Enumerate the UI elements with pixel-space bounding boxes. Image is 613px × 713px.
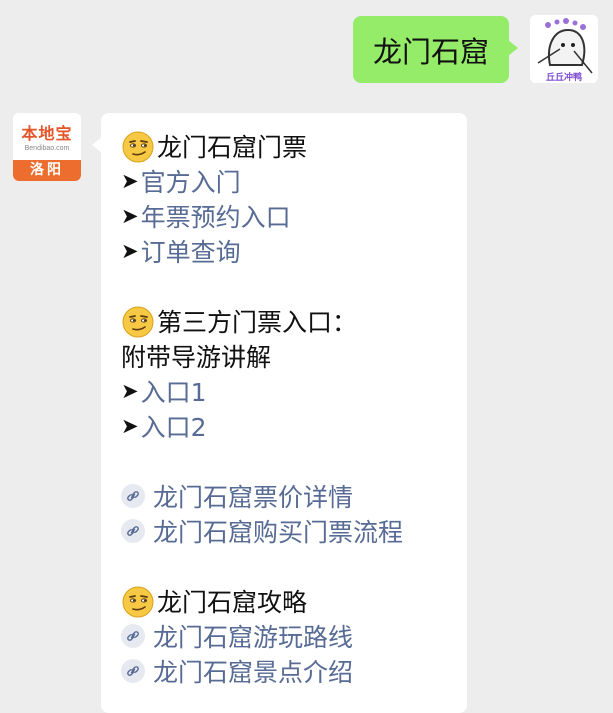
chain-link-icon xyxy=(121,484,145,508)
official-entry-link[interactable]: 官方入门 xyxy=(141,163,241,199)
guide-note: 附带导游讲解 xyxy=(121,343,272,372)
buy-process-line: 龙门石窟购买门票流程 xyxy=(121,514,403,548)
smirking-face-emoji-icon xyxy=(122,131,154,163)
logo-title: 本地宝 xyxy=(21,124,73,143)
route-link[interactable]: 龙门石窟游玩路线 xyxy=(153,618,353,654)
incoming-message-bubble: 龙门石窟门票 ➤ 官方入门 ➤ 年票预约入口 ➤ 订单查询 第三方门票入口： 附… xyxy=(92,113,467,713)
ghost-duck-avatar-icon: 丘丘冲鸭 xyxy=(530,15,598,83)
tickets-heading: 龙门石窟门票 xyxy=(157,133,308,162)
entry-2-link[interactable]: 入口2 xyxy=(141,408,207,444)
chain-link-icon xyxy=(121,624,145,648)
spots-line: 龙门石窟景点介绍 xyxy=(121,654,353,688)
entry-1-line: ➤ 入口1 xyxy=(121,374,207,408)
chain-link-icon xyxy=(121,659,145,683)
bendibao-avatar[interactable]: 本地宝 Bendibao.com 洛阳 xyxy=(13,113,81,181)
chain-link-icon xyxy=(121,519,145,543)
user-avatar[interactable]: 丘丘冲鸭 xyxy=(530,15,598,83)
outgoing-message-text: 龙门石窟 xyxy=(373,34,490,69)
price-details-line: 龙门石窟票价详情 xyxy=(121,479,353,513)
thirdparty-heading: 第三方门票入口： xyxy=(157,308,358,337)
annual-pass-line: ➤ 年票预约入口 xyxy=(121,199,291,233)
price-details-link[interactable]: 龙门石窟票价详情 xyxy=(153,478,353,514)
logo-subtitle: Bendibao.com xyxy=(24,145,70,152)
arrowhead-icon: ➤ xyxy=(121,414,139,438)
spots-link[interactable]: 龙门石窟景点介绍 xyxy=(153,653,353,689)
route-line: 龙门石窟游玩路线 xyxy=(121,619,353,653)
buy-process-link[interactable]: 龙门石窟购买门票流程 xyxy=(153,513,403,549)
guide-heading-line: 龙门石窟攻略 xyxy=(121,584,307,618)
entry-1-link[interactable]: 入口1 xyxy=(141,373,207,409)
order-query-line: ➤ 订单查询 xyxy=(121,234,241,268)
logo-city: 洛阳 xyxy=(13,160,81,181)
avatar-caption: 丘丘冲鸭 xyxy=(546,71,582,83)
order-query-link[interactable]: 订单查询 xyxy=(141,233,241,269)
arrowhead-icon: ➤ xyxy=(121,169,139,193)
annual-pass-link[interactable]: 年票预约入口 xyxy=(141,198,291,234)
outgoing-message-bubble[interactable]: 龙门石窟 xyxy=(353,16,518,83)
entry-2-line: ➤ 入口2 xyxy=(121,409,207,443)
arrowhead-icon: ➤ xyxy=(121,204,139,228)
guide-note-line: 附带导游讲解 xyxy=(121,339,271,373)
bendibao-logo: 本地宝 Bendibao.com xyxy=(13,113,81,160)
smirking-face-emoji-icon xyxy=(122,306,154,338)
smirking-face-emoji-icon xyxy=(122,586,154,618)
tickets-heading-line: 龙门石窟门票 xyxy=(121,129,307,163)
arrowhead-icon: ➤ xyxy=(121,379,139,403)
official-entry-line: ➤ 官方入门 xyxy=(121,164,241,198)
arrowhead-icon: ➤ xyxy=(121,239,139,263)
thirdparty-heading-line: 第三方门票入口： xyxy=(121,304,357,338)
guide-heading: 龙门石窟攻略 xyxy=(157,588,308,617)
